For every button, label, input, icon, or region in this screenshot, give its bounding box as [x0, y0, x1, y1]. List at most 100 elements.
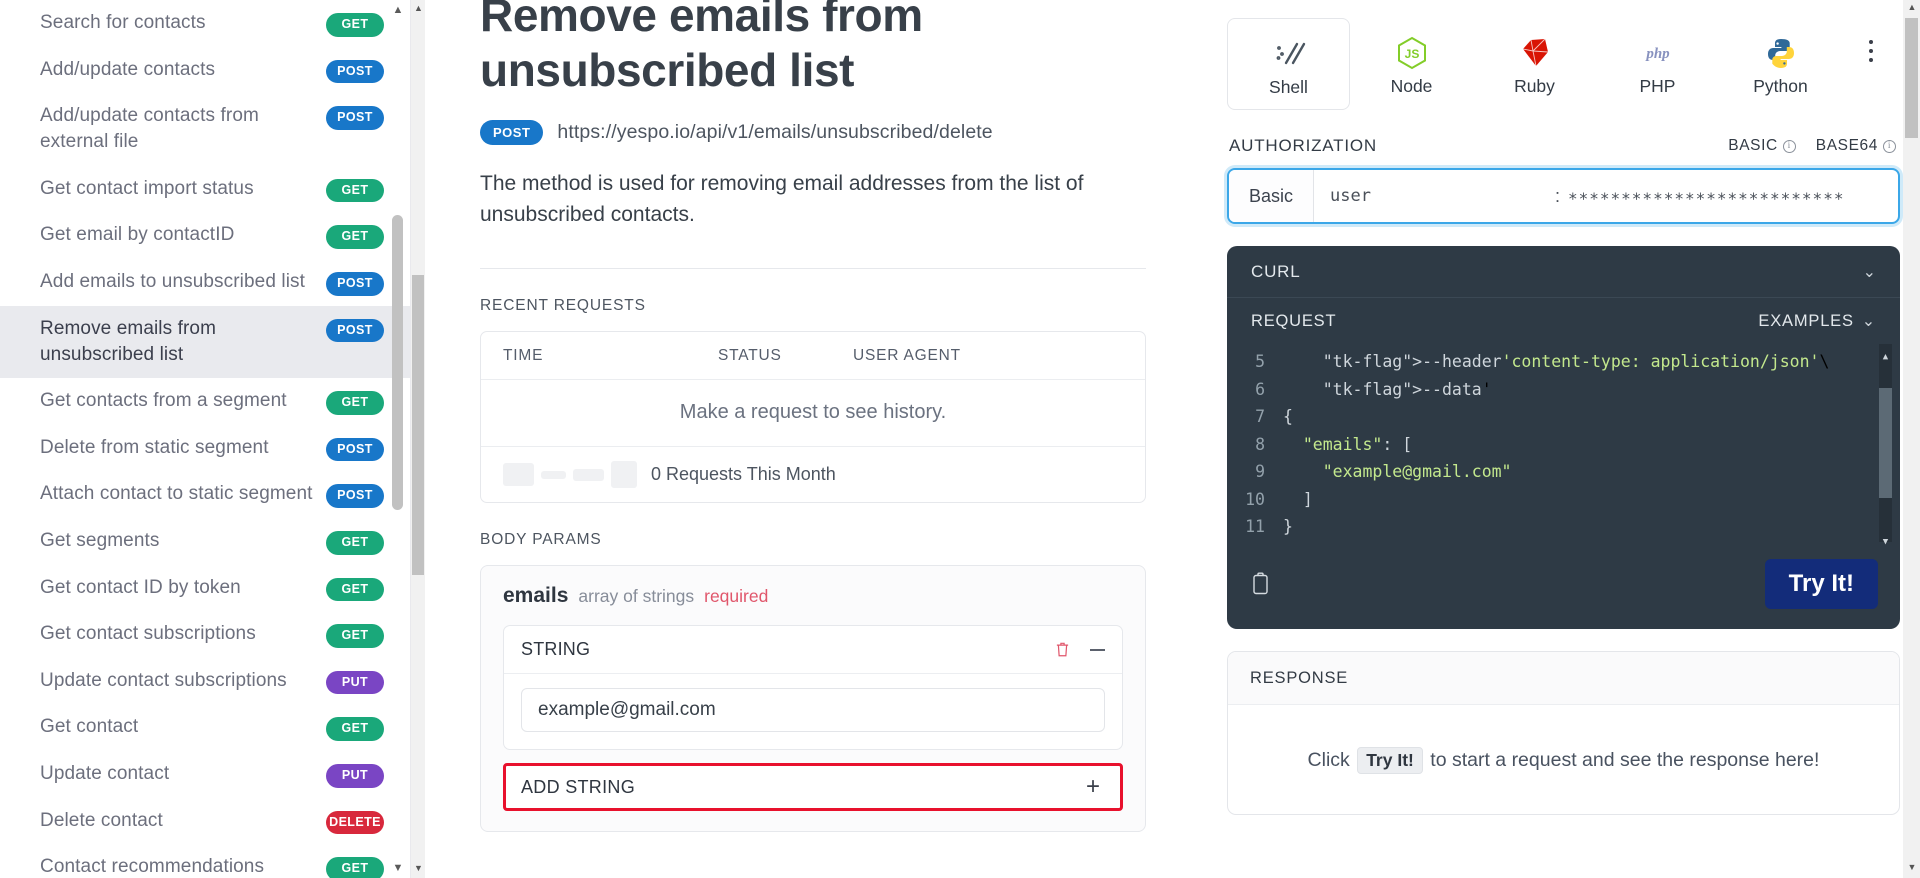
- sidebar-item-get-segments[interactable]: Get segments GET: [0, 518, 410, 565]
- page-scroll-up-icon[interactable]: ▲: [1906, 2, 1918, 16]
- method-badge: POST: [326, 106, 384, 130]
- svg-text:php: php: [1644, 46, 1670, 62]
- page-scroll-down-icon[interactable]: ▼: [1906, 862, 1918, 876]
- sidebar-item-label: Add/update contacts from external file: [40, 105, 259, 153]
- auth-username-field[interactable]: user: [1314, 170, 1547, 222]
- tab-php[interactable]: php PHP: [1596, 18, 1719, 108]
- param-title: emails array of strings required: [503, 584, 1123, 608]
- sidebar-item-add-update-contacts[interactable]: Add/update contacts POST: [0, 47, 410, 94]
- endpoint-url: https://yespo.io/api/v1/emails/unsubscri…: [557, 121, 993, 144]
- sidebar-item-get-email-by-contactid[interactable]: Get email by contactID GET: [0, 212, 410, 259]
- sidebar-item-label: Get contact: [40, 716, 139, 738]
- info-icon[interactable]: i: [1782, 139, 1796, 153]
- tab-base64[interactable]: BASE64 i: [1816, 137, 1896, 155]
- auth-password-field[interactable]: **************************: [1568, 170, 1898, 222]
- sidebar-item-label: Update contact: [40, 763, 170, 784]
- plus-icon: +: [1085, 773, 1100, 801]
- code-line: 9 "example@gmail.com": [1227, 458, 1900, 486]
- sidebar-item-update-contact[interactable]: Update contact PUT: [0, 751, 410, 798]
- authorization-label: AUTHORIZATION: [1229, 136, 1377, 155]
- code-block[interactable]: 5 "tk-flag">--header 'content-type: appl…: [1227, 342, 1900, 547]
- recent-requests-table: TIME STATUS USER AGENT Make a request to…: [480, 331, 1146, 504]
- method-badge: GET: [326, 717, 384, 741]
- code-line: 7{: [1227, 403, 1900, 431]
- collapse-icon[interactable]: [1090, 648, 1105, 651]
- response-hint-before: Click: [1307, 749, 1350, 771]
- code-scroll-down-icon[interactable]: ▼: [1880, 529, 1891, 547]
- tab-php-label: PHP: [1639, 76, 1676, 96]
- main-scrollbar-thumb[interactable]: [412, 275, 424, 575]
- sidebar-item-contact-recommendations[interactable]: Contact recommendations GET: [0, 844, 410, 878]
- code-line-number: 6: [1255, 379, 1265, 399]
- tab-ruby[interactable]: Ruby: [1473, 18, 1596, 108]
- sidebar-item-attach-contact-to-static-segment[interactable]: Attach contact to static segment POST: [0, 471, 410, 518]
- page-scrollbar[interactable]: ▲ ▼: [1903, 0, 1920, 878]
- method-badge: POST: [326, 437, 384, 462]
- copy-icon[interactable]: [1251, 572, 1271, 596]
- tab-basic[interactable]: BASIC i: [1728, 137, 1796, 155]
- code-sample-card: CURL ⌄ REQUEST EXAMPLES ⌄ 5 "tk-flag">--…: [1227, 246, 1900, 629]
- chevron-down-icon: ⌄: [1861, 313, 1876, 330]
- code-line-text: ': [1283, 541, 1293, 548]
- code-line-text: "emails": [: [1302, 434, 1413, 454]
- code-scrollbar[interactable]: ▲ ▼: [1879, 344, 1892, 547]
- method-badge: DELETE: [326, 810, 384, 835]
- response-hint-chip: Try It!: [1357, 747, 1423, 774]
- examples-dropdown[interactable]: EXAMPLES ⌄: [1758, 311, 1876, 331]
- sidebar-item-search-for-contacts[interactable]: Search for contacts GET: [0, 0, 410, 47]
- tab-node[interactable]: JS Node: [1350, 18, 1473, 108]
- sidebar-item-label: Attach contact to static segment: [40, 483, 313, 505]
- code-language-title: CURL: [1251, 262, 1301, 281]
- sidebar-scroll-down-icon[interactable]: ▼: [390, 860, 406, 876]
- sidebar-scrollbar-thumb[interactable]: [392, 215, 403, 510]
- code-line: 10 ]: [1227, 486, 1900, 514]
- sidebar-item-delete-from-static-segment[interactable]: Delete from static segment POST: [0, 425, 410, 472]
- sidebar-item-get-contact-id-by-token[interactable]: Get contact ID by token GET: [0, 565, 410, 612]
- main-scroll-up-icon[interactable]: ▲: [413, 3, 424, 15]
- chevron-down-icon[interactable]: ⌄: [1863, 262, 1876, 282]
- string-value-input[interactable]: [521, 688, 1105, 733]
- more-options-icon[interactable]: [1856, 18, 1886, 84]
- try-it-button[interactable]: Try It!: [1764, 559, 1878, 609]
- sidebar-item-get-contact-import-status[interactable]: Get contact import status GET: [0, 166, 410, 213]
- add-string-button[interactable]: ADD STRING +: [503, 763, 1123, 812]
- string-item: STRING: [503, 625, 1123, 751]
- column-header-status: STATUS: [718, 347, 782, 365]
- main-scroll-down-icon[interactable]: ▼: [413, 863, 424, 875]
- string-item-body: [504, 674, 1122, 749]
- param-required-flag: required: [704, 586, 769, 607]
- add-string-label: ADD STRING: [521, 776, 636, 797]
- auth-separator: :: [1554, 185, 1560, 206]
- code-language-header[interactable]: CURL ⌄: [1227, 246, 1900, 298]
- sidebar-item-add-emails-to-unsubscribed-list[interactable]: Add emails to unsubscribed list POST: [0, 259, 410, 306]
- sidebar-item-get-contact[interactable]: Get contact GET: [0, 704, 410, 751]
- main-scrollbar[interactable]: ▲ ▼: [411, 0, 425, 878]
- code-scroll-up-icon[interactable]: ▲: [1880, 344, 1891, 362]
- method-badge: POST: [326, 271, 384, 296]
- endpoint-row: POST https://yespo.io/api/v1/emails/unsu…: [480, 120, 1150, 146]
- sidebar-item-add-update-contacts-from-external-file[interactable]: Add/update contacts from external file PO…: [0, 93, 410, 165]
- table-header-row: TIME STATUS USER AGENT: [481, 332, 1145, 381]
- tab-shell[interactable]: Shell: [1227, 18, 1350, 110]
- code-scrollbar-thumb[interactable]: [1879, 388, 1892, 498]
- sidebar-item-get-contact-subscriptions[interactable]: Get contact subscriptions GET: [0, 611, 410, 658]
- tab-ruby-label: Ruby: [1514, 76, 1555, 96]
- page-scrollbar-thumb[interactable]: [1905, 18, 1918, 138]
- response-hint-after: to start a request and see the response …: [1430, 749, 1820, 771]
- sidebar-item-delete-contact[interactable]: Delete contact DELETE: [0, 798, 410, 845]
- code-line-number: 9: [1255, 462, 1265, 481]
- authorization-input-group[interactable]: Basic user : **************************: [1227, 168, 1900, 224]
- method-badge: GET: [326, 857, 384, 878]
- method-badge: GET: [326, 624, 384, 648]
- code-line-text: "tk-flag">--data: [1322, 379, 1482, 399]
- sidebar-item-remove-emails-from-unsubscribed-list[interactable]: Remove emails from unsubscribed list POST: [0, 305, 410, 378]
- delete-icon[interactable]: [1055, 641, 1070, 658]
- string-item-actions: [1055, 641, 1105, 658]
- sidebar-item-update-contact-subscriptions[interactable]: Update contact subscriptions PUT: [0, 658, 410, 705]
- examples-label: EXAMPLES: [1758, 311, 1854, 330]
- sidebar-item-get-contacts-from-a-segment[interactable]: Get contacts from a segment GET: [0, 378, 410, 425]
- info-icon[interactable]: i: [1883, 139, 1896, 153]
- code-line-text: ]: [1283, 489, 1313, 509]
- tab-python[interactable]: Python: [1719, 18, 1842, 108]
- response-card: RESPONSE Click Try It! to start a reques…: [1227, 651, 1900, 815]
